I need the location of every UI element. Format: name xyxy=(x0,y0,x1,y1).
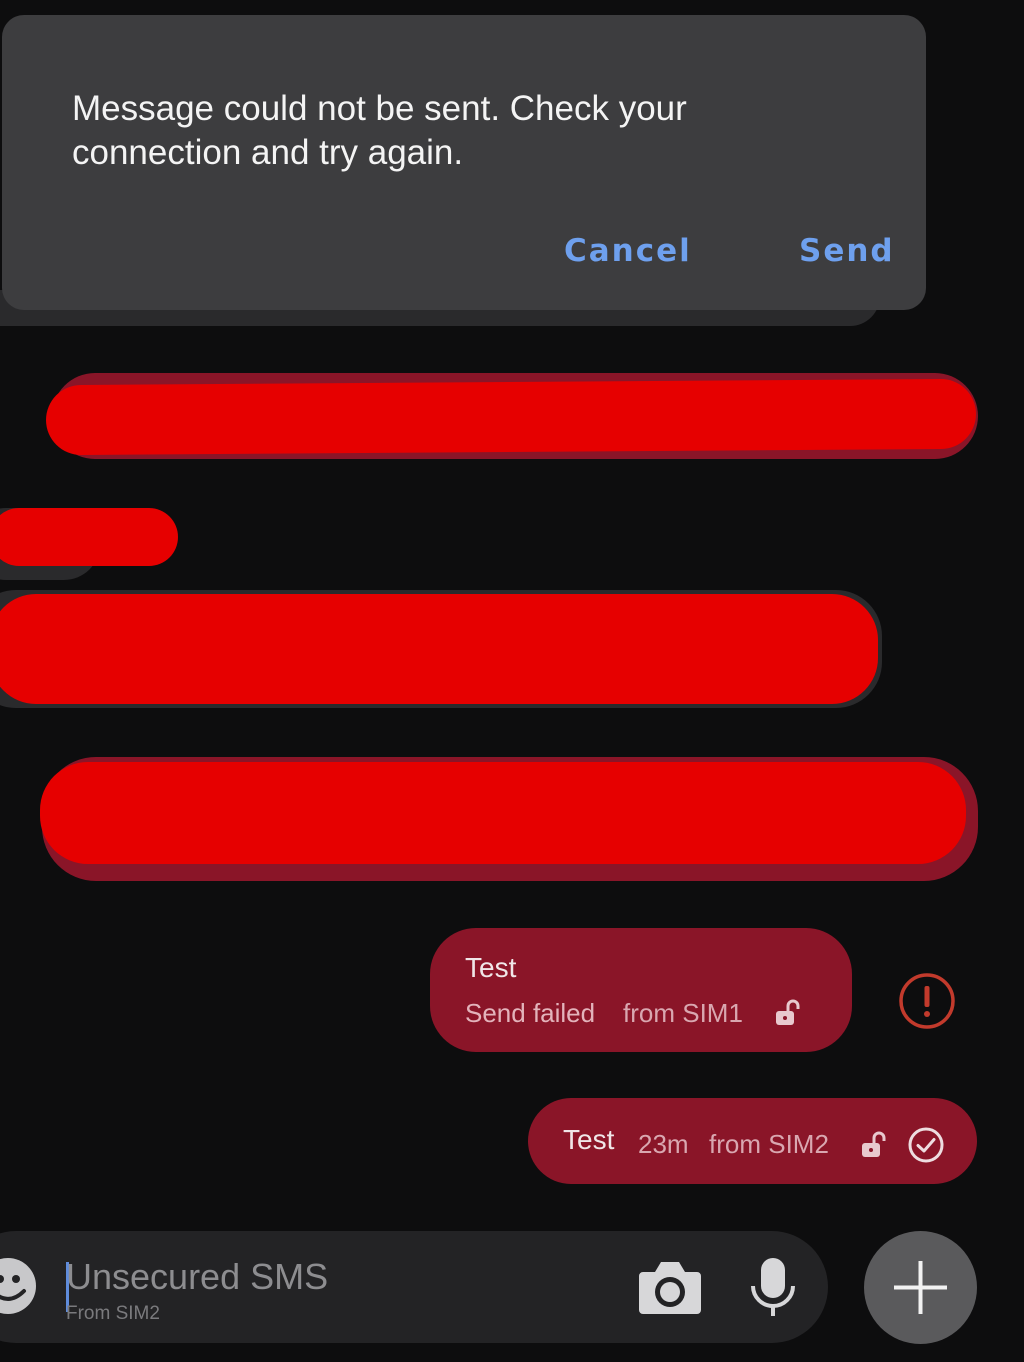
emoji-icon[interactable] xyxy=(0,1255,38,1317)
cancel-button[interactable]: Cancel xyxy=(564,233,692,269)
send-button[interactable]: Send xyxy=(799,233,895,269)
unlocked-icon xyxy=(862,1131,886,1157)
send-failed-dialog: Message could not be sent. Check your co… xyxy=(2,15,926,310)
check-circle-icon xyxy=(908,1127,944,1163)
screen: Test Send failed from SIM1 Test 23m from… xyxy=(0,0,1024,1362)
message-bubble-failed[interactable] xyxy=(430,928,852,1052)
camera-icon[interactable] xyxy=(637,1258,703,1316)
message-text: Test xyxy=(563,1124,615,1155)
add-button[interactable] xyxy=(864,1231,977,1344)
redaction-mark xyxy=(0,594,878,704)
message-time: 23m xyxy=(638,1129,689,1159)
message-sim-label: from SIM1 xyxy=(623,998,743,1028)
dialog-message: Message could not be sent. Check your co… xyxy=(72,89,687,172)
composer-sim-label: From SIM2 xyxy=(66,1303,160,1324)
message-text: Test xyxy=(465,952,517,983)
redaction-mark xyxy=(45,378,977,456)
message-status: Send failed xyxy=(465,998,596,1028)
redaction-mark xyxy=(40,762,966,864)
redaction-mark xyxy=(0,508,178,566)
plus-icon xyxy=(894,1261,947,1314)
unlocked-icon xyxy=(776,999,800,1025)
error-icon[interactable] xyxy=(897,971,957,1031)
message-input[interactable]: Unsecured SMS xyxy=(66,1256,328,1298)
microphone-icon[interactable] xyxy=(748,1256,798,1320)
message-sim-label: from SIM2 xyxy=(709,1129,829,1159)
